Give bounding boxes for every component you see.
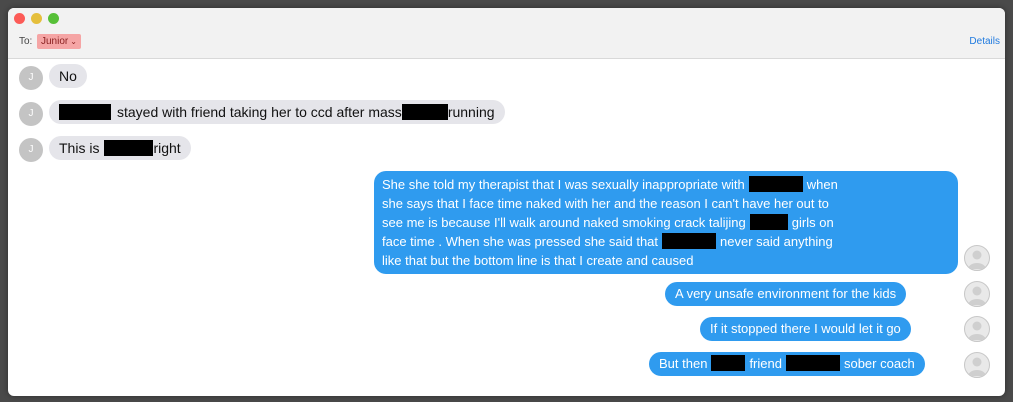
- message-text: like that but the bottom line is that I …: [382, 253, 694, 268]
- contact-avatar[interactable]: J: [19, 66, 43, 90]
- message-text: running: [447, 104, 495, 120]
- recipient-chip[interactable]: Junior ⌄: [37, 34, 81, 49]
- messages-window: To: Junior ⌄ Details J No J stayed with f…: [8, 8, 1005, 396]
- message-text: never said anything: [720, 234, 833, 249]
- message-text: friend: [749, 356, 782, 371]
- minimize-window-button[interactable]: [31, 13, 42, 24]
- message-bubble-incoming[interactable]: This is right: [49, 136, 191, 160]
- redaction-block: [59, 104, 111, 120]
- message-text: right: [153, 140, 181, 156]
- message-text: she says that I face time naked with her…: [382, 196, 829, 211]
- message-text: when: [806, 177, 838, 192]
- message-bubble-outgoing[interactable]: If it stopped there I would let it go: [700, 317, 911, 341]
- details-link[interactable]: Details: [969, 36, 1000, 47]
- message-text: see me is because I'll walk around naked…: [382, 215, 746, 230]
- redaction-block: [785, 355, 840, 371]
- chevron-down-icon: ⌄: [70, 37, 77, 46]
- close-window-button[interactable]: [14, 13, 25, 24]
- user-avatar[interactable]: [964, 352, 990, 378]
- message-text: sober coach: [843, 356, 915, 371]
- redaction-block: [401, 104, 448, 120]
- message-text: But then: [659, 356, 708, 371]
- message-text: stayed with friend taking her to ccd aft…: [117, 104, 402, 120]
- message-bubble-incoming[interactable]: stayed with friend taking her to ccd aft…: [49, 100, 505, 124]
- to-label: To:: [19, 36, 33, 47]
- message-text: If it stopped there I would let it go: [710, 321, 901, 336]
- redaction-block: [662, 233, 717, 249]
- contact-avatar[interactable]: J: [19, 102, 43, 126]
- message-text: girls on: [791, 215, 834, 230]
- message-text: She she told my therapist that I was sex…: [382, 177, 745, 192]
- user-avatar[interactable]: [964, 245, 990, 271]
- maximize-window-button[interactable]: [48, 13, 59, 24]
- redaction-block: [748, 176, 803, 192]
- user-avatar[interactable]: [964, 281, 990, 307]
- title-bar: To: Junior ⌄ Details: [8, 8, 1005, 59]
- person-icon: [968, 321, 986, 340]
- message-bubble-outgoing[interactable]: A very unsafe environment for the kids: [665, 282, 907, 306]
- message-bubble-outgoing[interactable]: But then friend sober coach: [649, 352, 925, 376]
- redaction-block: [749, 214, 788, 230]
- message-text: face time . When she was pressed she sai…: [382, 234, 659, 249]
- message-bubble-incoming[interactable]: No: [49, 64, 87, 88]
- person-icon: [968, 357, 986, 376]
- contact-avatar[interactable]: J: [19, 138, 43, 162]
- person-icon: [968, 250, 986, 269]
- message-text: No: [59, 68, 77, 84]
- message-bubble-outgoing[interactable]: She she told my therapist that I was sex…: [374, 171, 958, 274]
- person-icon: [968, 286, 986, 305]
- message-text: A very unsafe environment for the kids: [675, 286, 897, 301]
- recipient-name: Junior: [41, 36, 69, 47]
- redaction-block: [104, 140, 154, 156]
- redaction-block: [711, 355, 746, 371]
- message-text: This is: [59, 140, 100, 156]
- user-avatar[interactable]: [964, 316, 990, 342]
